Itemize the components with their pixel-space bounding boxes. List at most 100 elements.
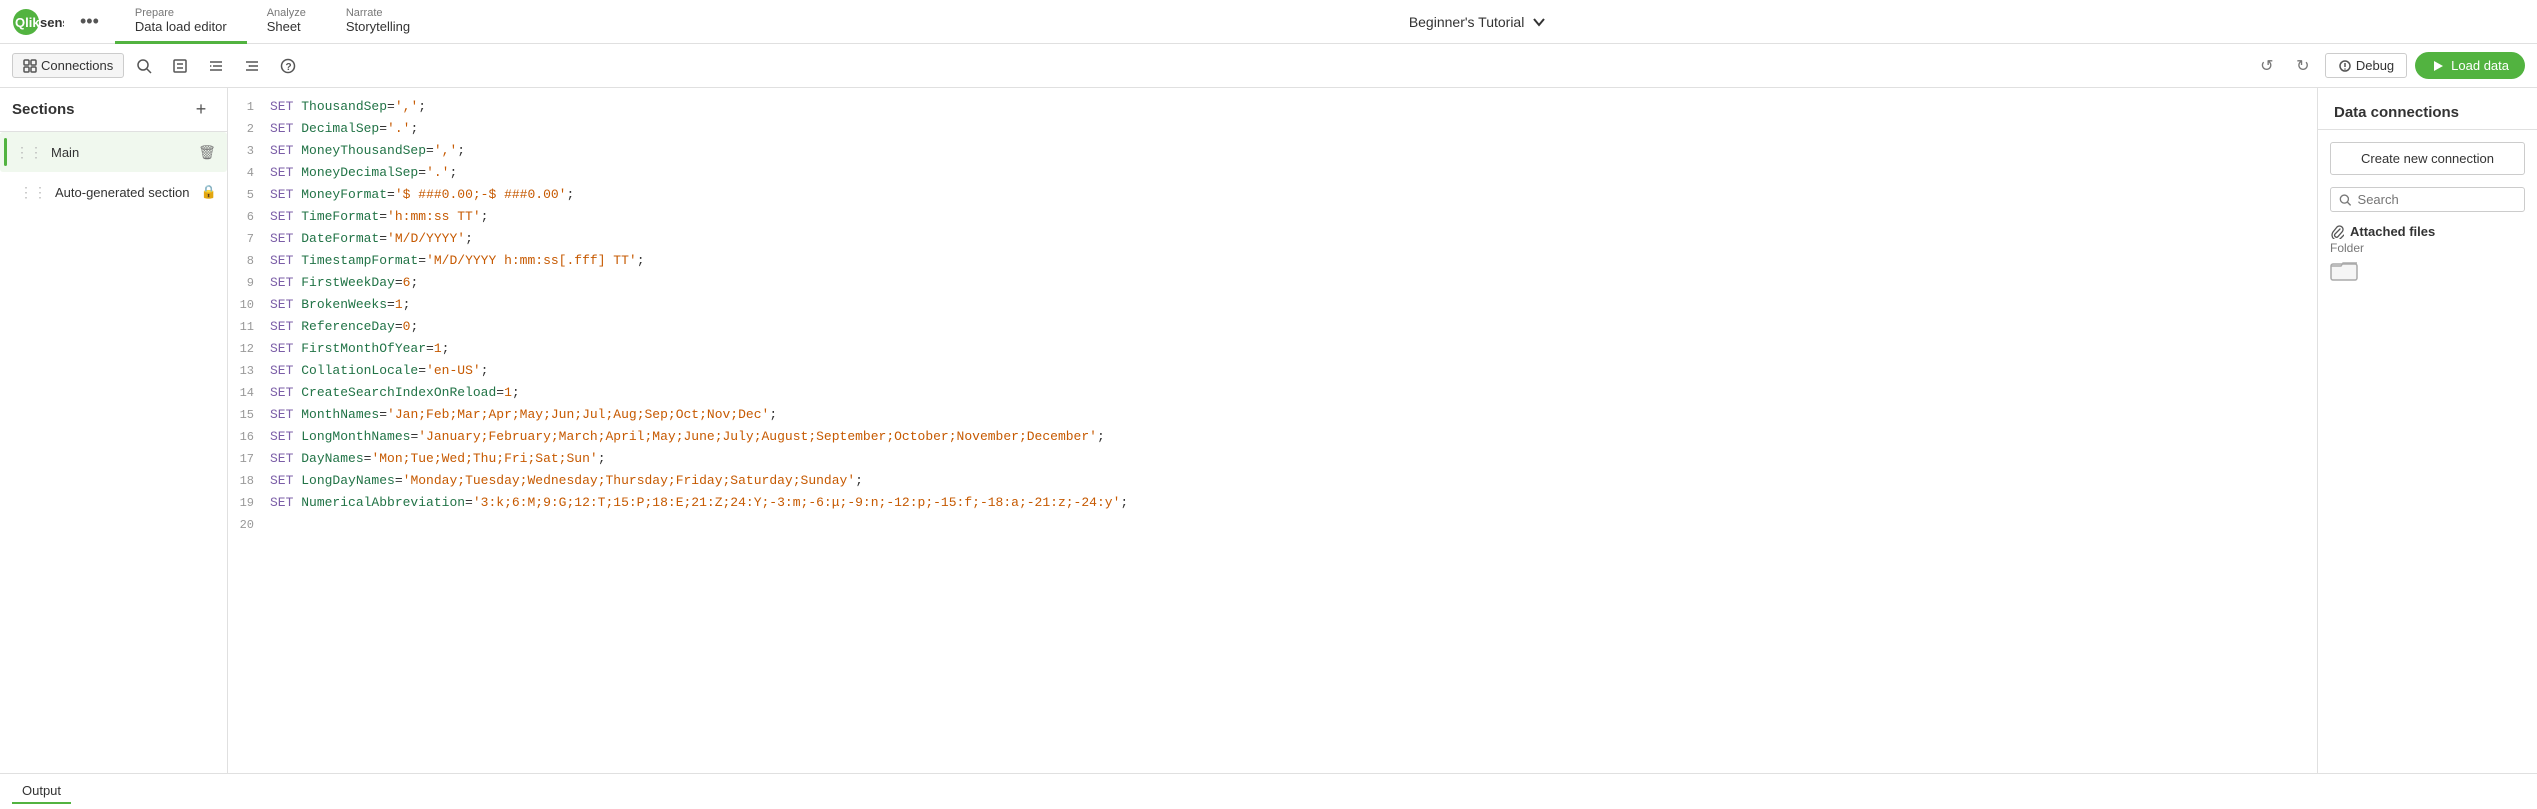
line-number: 4	[228, 162, 270, 184]
tab-analyze[interactable]: Analyze Sheet	[247, 0, 326, 44]
code-line: 19SET NumericalAbbreviation='3:k;6:M;9:G…	[228, 492, 2317, 514]
sidebar-item-label-main: Main	[51, 145, 191, 160]
search-toggle-button[interactable]	[128, 50, 160, 82]
right-panel: Data connections Create new connection A…	[2317, 88, 2537, 773]
drag-handle-icon: ⋮⋮	[15, 144, 43, 161]
outline-button[interactable]	[164, 50, 196, 82]
help-icon: ?	[280, 58, 296, 74]
line-code[interactable]: SET MoneyFormat='$ ###0.00;-$ ###0.00';	[270, 184, 2317, 206]
help-button[interactable]: ?	[272, 50, 304, 82]
connections-button[interactable]: Connections	[12, 53, 124, 78]
code-line: 2SET DecimalSep='.';	[228, 118, 2317, 140]
redo-button[interactable]: ↻	[2289, 52, 2317, 80]
line-code[interactable]: SET LongDayNames='Monday;Tuesday;Wednesd…	[270, 470, 2317, 492]
line-code[interactable]: SET DateFormat='M/D/YYYY';	[270, 228, 2317, 250]
create-connection-button[interactable]: Create new connection	[2330, 142, 2525, 175]
indent-button[interactable]	[200, 50, 232, 82]
line-number: 15	[228, 404, 270, 426]
line-code[interactable]: SET ReferenceDay=0;	[270, 316, 2317, 338]
tab-analyze-top: Analyze	[267, 7, 306, 19]
line-number: 1	[228, 96, 270, 118]
code-line: 18SET LongDayNames='Monday;Tuesday;Wedne…	[228, 470, 2317, 492]
code-line: 17SET DayNames='Mon;Tue;Wed;Thu;Fri;Sat;…	[228, 448, 2317, 470]
line-code[interactable]: SET BrokenWeeks=1;	[270, 294, 2317, 316]
nav-more-button[interactable]: •••	[72, 7, 107, 36]
debug-icon	[2338, 59, 2352, 73]
lock-icon: 🔒	[199, 182, 219, 202]
line-number: 18	[228, 470, 270, 492]
sidebar: Sections + ⋮⋮ Main 🗑 ⋮⋮ Auto-generated s…	[0, 88, 228, 773]
line-number: 16	[228, 426, 270, 448]
app-title-text: Beginner's Tutorial	[1409, 14, 1525, 30]
sidebar-item-main[interactable]: ⋮⋮ Main 🗑	[0, 132, 227, 172]
line-number: 8	[228, 250, 270, 272]
connections-icon	[23, 59, 37, 73]
right-panel-body: Create new connection Attached files Fol…	[2318, 130, 2537, 298]
line-code[interactable]: SET LongMonthNames='January;February;Mar…	[270, 426, 2317, 448]
delete-section-button[interactable]: 🗑	[195, 140, 219, 164]
line-code[interactable]: SET TimestampFormat='M/D/YYYY h:mm:ss[.f…	[270, 250, 2317, 272]
attached-files-section: Attached files Folder	[2330, 224, 2525, 286]
line-number: 20	[228, 514, 270, 536]
search-box[interactable]	[2330, 187, 2525, 212]
load-data-button[interactable]: Load data	[2415, 52, 2525, 79]
line-code[interactable]: SET DayNames='Mon;Tue;Wed;Thu;Fri;Sat;Su…	[270, 448, 2317, 470]
line-number: 17	[228, 448, 270, 470]
tab-narrate[interactable]: Narrate Storytelling	[326, 0, 430, 44]
line-code[interactable]: SET CollationLocale='en-US';	[270, 360, 2317, 382]
code-line: 5SET MoneyFormat='$ ###0.00;-$ ###0.00';	[228, 184, 2317, 206]
code-line: 10SET BrokenWeeks=1;	[228, 294, 2317, 316]
line-number: 7	[228, 228, 270, 250]
outline-icon	[172, 58, 188, 74]
line-number: 10	[228, 294, 270, 316]
sections-title: Sections	[12, 101, 75, 118]
app-title-button[interactable]: Beginner's Tutorial	[430, 14, 2525, 30]
debug-label: Debug	[2356, 58, 2394, 73]
toolbar-right: ↺ ↻ Debug Load data	[2253, 52, 2525, 80]
sidebar-header: Sections +	[0, 88, 227, 132]
line-code[interactable]: SET TimeFormat='h:mm:ss TT';	[270, 206, 2317, 228]
line-code[interactable]	[270, 514, 2317, 536]
code-line: 3SET MoneyThousandSep=',';	[228, 140, 2317, 162]
active-indicator	[4, 138, 7, 166]
top-nav: Qlik sense ••• Prepare Data load editor …	[0, 0, 2537, 44]
svg-text:sense: sense	[40, 15, 64, 30]
tab-prepare[interactable]: Prepare Data load editor	[115, 0, 247, 44]
line-code[interactable]: SET NumericalAbbreviation='3:k;6:M;9:G;1…	[270, 492, 2317, 514]
line-code[interactable]: SET CreateSearchIndexOnReload=1;	[270, 382, 2317, 404]
line-code[interactable]: SET MoneyThousandSep=',';	[270, 140, 2317, 162]
paperclip-icon	[2330, 225, 2344, 239]
line-code[interactable]: SET MoneyDecimalSep='.';	[270, 162, 2317, 184]
qlik-logo: Qlik sense	[12, 8, 64, 36]
line-number: 5	[228, 184, 270, 206]
sidebar-item-auto[interactable]: ⋮⋮ Auto-generated section 🔒	[0, 172, 227, 212]
line-code[interactable]: SET ThousandSep=',';	[270, 96, 2317, 118]
add-section-button[interactable]: +	[187, 96, 215, 124]
folder-svg	[2330, 259, 2358, 281]
line-code[interactable]: SET MonthNames='Jan;Feb;Mar;Apr;May;Jun;…	[270, 404, 2317, 426]
folder-label: Folder	[2330, 241, 2525, 255]
line-number: 3	[228, 140, 270, 162]
line-number: 2	[228, 118, 270, 140]
code-line: 4SET MoneyDecimalSep='.';	[228, 162, 2317, 184]
code-line: 6SET TimeFormat='h:mm:ss TT';	[228, 206, 2317, 228]
drag-handle-icon-auto: ⋮⋮	[19, 184, 47, 201]
debug-button[interactable]: Debug	[2325, 53, 2407, 78]
connections-label: Connections	[41, 58, 113, 73]
search-input[interactable]	[2358, 192, 2516, 207]
undo-button[interactable]: ↺	[2253, 52, 2281, 80]
output-tab[interactable]: Output	[12, 779, 71, 804]
line-number: 12	[228, 338, 270, 360]
line-code[interactable]: SET FirstWeekDay=6;	[270, 272, 2317, 294]
tab-narrate-top: Narrate	[346, 7, 383, 19]
line-number: 9	[228, 272, 270, 294]
code-editor[interactable]: 1SET ThousandSep=',';2SET DecimalSep='.'…	[228, 88, 2317, 773]
code-line: 7SET DateFormat='M/D/YYYY';	[228, 228, 2317, 250]
code-line: 15SET MonthNames='Jan;Feb;Mar;Apr;May;Ju…	[228, 404, 2317, 426]
folder-icon	[2330, 259, 2525, 286]
line-code[interactable]: SET DecimalSep='.';	[270, 118, 2317, 140]
line-code[interactable]: SET FirstMonthOfYear=1;	[270, 338, 2317, 360]
code-editor-area: 1SET ThousandSep=',';2SET DecimalSep='.'…	[228, 88, 2317, 773]
outdent-button[interactable]	[236, 50, 268, 82]
tab-prepare-sub: Data load editor	[135, 19, 227, 34]
